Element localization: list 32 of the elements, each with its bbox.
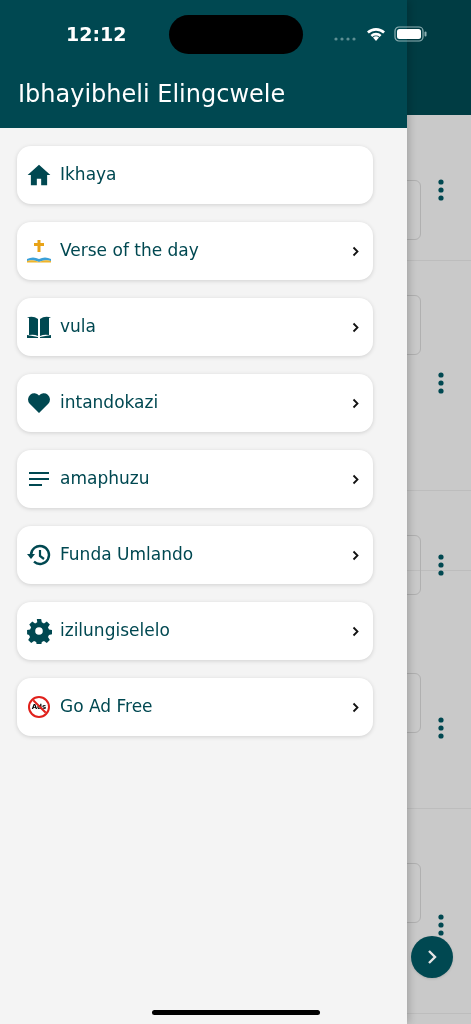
- home-icon: [26, 162, 52, 188]
- chevron-right-icon: [426, 949, 438, 965]
- chevron-right-icon: [352, 321, 359, 333]
- menu-item[interactable]: izilungiselelo: [17, 602, 373, 660]
- menu-item[interactable]: intandokazi: [17, 374, 373, 432]
- chevron-right-icon: [352, 473, 359, 485]
- heart-icon: [26, 390, 52, 416]
- menu-item[interactable]: Ikhaya: [17, 146, 373, 204]
- more-vertical-icon[interactable]: [438, 717, 444, 739]
- chevron-right-icon: [352, 625, 359, 637]
- cross-and-book-icon: [26, 238, 52, 264]
- chevron-right-icon: [352, 701, 359, 713]
- more-vertical-icon[interactable]: [438, 914, 444, 936]
- more-vertical-icon[interactable]: [438, 554, 444, 576]
- more-vertical-icon[interactable]: [438, 179, 444, 201]
- signal-icon: [334, 37, 358, 41]
- menu-item[interactable]: vula: [17, 298, 373, 356]
- battery-icon: [394, 26, 428, 42]
- history-icon: [26, 542, 52, 568]
- drawer-title: Ibhayibheli Elingcwele: [17, 79, 287, 110]
- chevron-right-icon: [352, 549, 359, 561]
- settings-icon: [26, 618, 52, 644]
- status-time: 12:12: [66, 21, 127, 47]
- chevron-right-icon: [352, 397, 359, 409]
- chevron-right-icon: [352, 245, 359, 257]
- menu-item[interactable]: Funda Umlando: [17, 526, 373, 584]
- menu-item[interactable]: amaphuzu: [17, 450, 373, 508]
- book-icon: [26, 314, 52, 340]
- next-button[interactable]: [411, 936, 453, 978]
- menu-item[interactable]: Verse of the day: [17, 222, 373, 280]
- wifi-icon: [366, 26, 386, 41]
- more-vertical-icon[interactable]: [438, 372, 444, 394]
